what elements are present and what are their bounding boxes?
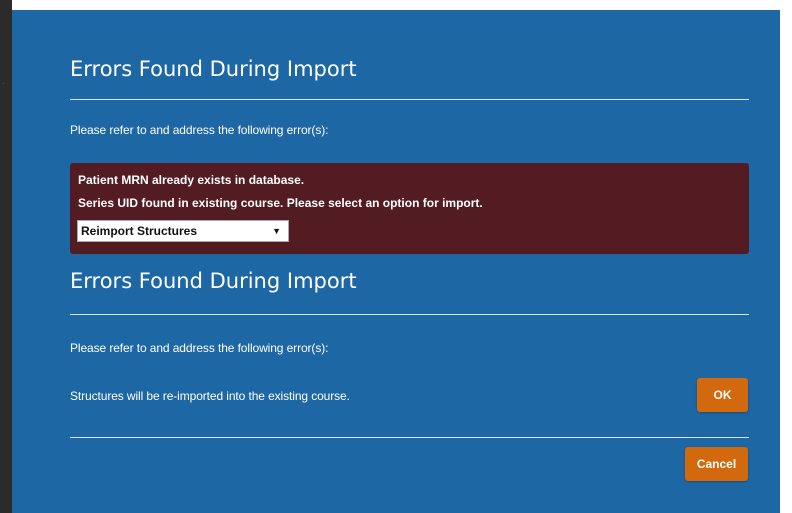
confirm-title-divider (70, 314, 749, 315)
instruction-text: Please refer to and address the followin… (70, 123, 329, 137)
title-divider (70, 99, 749, 100)
background-artifact: · (2, 78, 5, 88)
dialog-title: Errors Found During Import (70, 57, 357, 81)
reimport-confirmation-message: Structures will be re-imported into the … (70, 389, 350, 403)
error-message-mrn: Patient MRN already exists in database. (78, 173, 305, 187)
footer-divider (70, 437, 749, 438)
confirm-title: Errors Found During Import (70, 269, 357, 293)
ok-button[interactable]: OK (697, 378, 748, 412)
confirm-instruction-text: Please refer to and address the followin… (70, 341, 329, 355)
chevron-down-icon: ▼ (272, 226, 281, 236)
import-errors-dialog: Errors Found During Import Please refer … (12, 10, 780, 513)
background-window-edge: · (0, 0, 12, 513)
import-option-select[interactable]: Reimport Structures ▼ (77, 220, 289, 242)
error-panel: Patient MRN already exists in database. … (70, 163, 749, 254)
import-option-selected-value: Reimport Structures (81, 224, 198, 238)
cancel-button[interactable]: Cancel (685, 447, 748, 481)
error-message-series-uid: Series UID found in existing course. Ple… (78, 196, 483, 210)
